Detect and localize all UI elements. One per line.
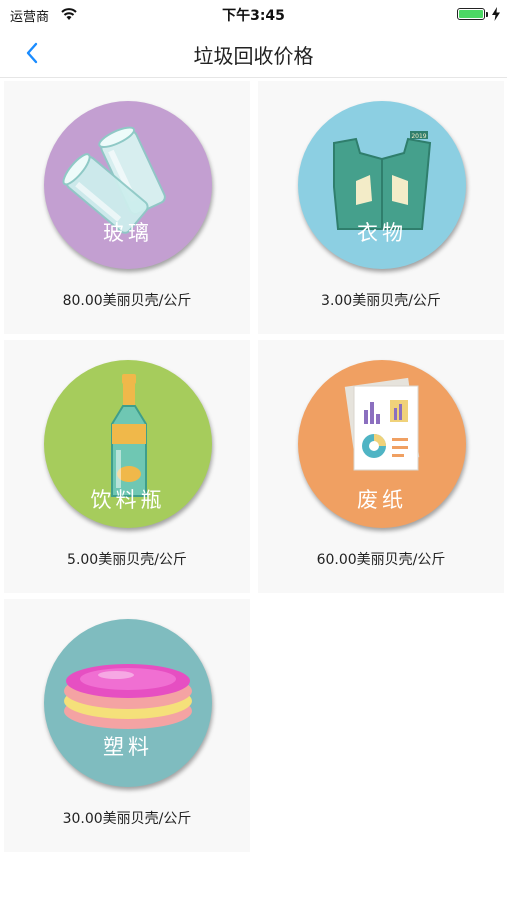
item-image: 废纸 bbox=[298, 360, 466, 528]
item-price: 80.00美丽贝壳/公斤 bbox=[62, 293, 192, 309]
item-card-glass[interactable]: 玻璃 80.00美丽贝壳/公斤 bbox=[4, 81, 250, 334]
item-card-clothes[interactable]: 2019 衣物 3.00美丽贝壳/公斤 bbox=[258, 81, 504, 334]
battery-cap bbox=[486, 12, 488, 17]
page-title: 垃圾回收价格 bbox=[193, 44, 314, 68]
item-image: 2019 衣物 bbox=[298, 101, 466, 269]
item-image: 玻璃 bbox=[44, 101, 212, 269]
charging-icon bbox=[492, 7, 500, 21]
item-card-plastic[interactable]: 塑料 30.00美丽贝壳/公斤 bbox=[4, 599, 250, 852]
item-label: 废纸 bbox=[357, 488, 407, 512]
item-image: 塑料 bbox=[44, 619, 212, 787]
nav-bar: 垃圾回收价格 bbox=[0, 28, 507, 78]
battery-level bbox=[459, 10, 483, 18]
item-label: 饮料瓶 bbox=[90, 488, 166, 512]
item-price: 60.00美丽贝壳/公斤 bbox=[316, 552, 446, 568]
item-label: 塑料 bbox=[103, 735, 153, 759]
item-card-paper[interactable]: 废纸 60.00美丽贝壳/公斤 bbox=[258, 340, 504, 593]
item-price: 30.00美丽贝壳/公斤 bbox=[62, 811, 192, 827]
clock: 下午3:45 bbox=[222, 8, 285, 24]
battery-icon bbox=[457, 8, 485, 20]
item-image: 饮料瓶 bbox=[44, 360, 212, 528]
plastic-icon bbox=[64, 664, 192, 729]
item-label: 衣物 bbox=[357, 221, 407, 245]
item-price: 5.00美丽贝壳/公斤 bbox=[67, 552, 187, 568]
status-bar: 运营商 下午3:45 bbox=[0, 0, 507, 28]
svg-text:2019: 2019 bbox=[411, 133, 426, 140]
item-price: 3.00美丽贝壳/公斤 bbox=[321, 293, 441, 309]
item-card-bottle[interactable]: 饮料瓶 5.00美丽贝壳/公斤 bbox=[4, 340, 250, 593]
item-label: 玻璃 bbox=[103, 221, 153, 245]
